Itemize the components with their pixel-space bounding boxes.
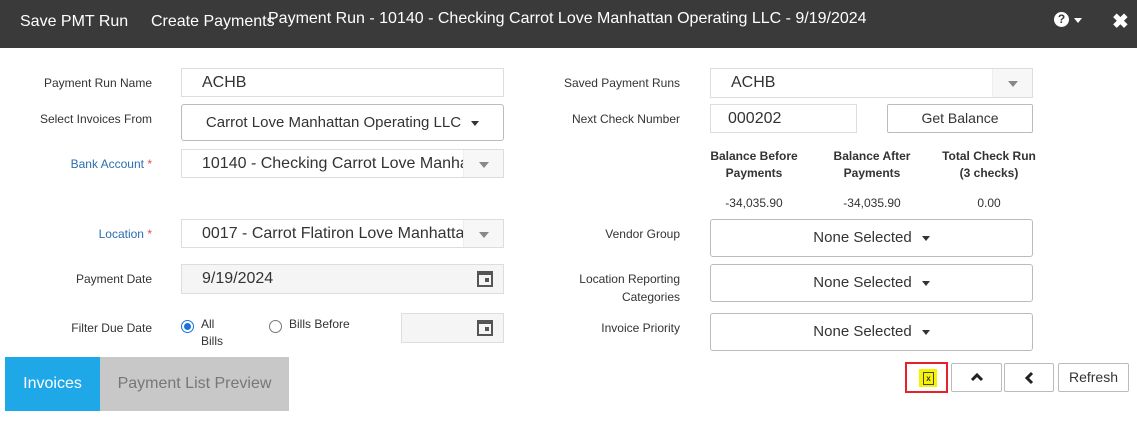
payment-run-name-label: Payment Run Name — [43, 76, 152, 90]
location-value: 0017 - Carrot Flatiron Love Manhattan Op… — [202, 225, 464, 242]
calendar-icon[interactable] — [477, 271, 493, 287]
bills-before-date-input[interactable] — [401, 313, 504, 343]
saved-payment-runs-label: Saved Payment Runs — [563, 76, 680, 90]
payment-date-label: Payment Date — [75, 272, 152, 286]
next-check-number-input[interactable]: 000202 — [710, 104, 857, 133]
all-bills-radio[interactable] — [181, 320, 194, 333]
balance-before-label: Balance Before Payments — [710, 149, 798, 180]
calendar-icon[interactable] — [477, 320, 493, 336]
top-bar: Save PMT Run Create Payments Payment Run… — [0, 0, 1137, 48]
get-balance-button[interactable]: Get Balance — [887, 104, 1033, 133]
vendor-group-value: None Selected — [813, 229, 912, 246]
refresh-button[interactable]: Refresh — [1058, 363, 1129, 392]
select-invoices-from-label: Select Invoices From — [39, 112, 152, 126]
total-check-run-value: 0.00 — [977, 196, 1001, 210]
location-label-text: Location — [98, 227, 144, 241]
tab-payment-list-preview[interactable]: Payment List Preview — [100, 357, 289, 411]
total-check-run-label: Total Check Run (3 checks) — [942, 149, 1036, 180]
excel-export-icon: x — [923, 372, 934, 385]
payment-date-value: 9/19/2024 — [202, 270, 274, 287]
bank-account-value: 10140 - Checking Carrot Love Manhattan O… — [202, 155, 464, 172]
help-menu[interactable]: ? — [1054, 12, 1082, 27]
page-title: Payment Run - 10140 - Checking Carrot Lo… — [268, 10, 867, 27]
chevron-down-icon — [921, 329, 930, 335]
vendor-group-label: Vendor Group — [605, 227, 680, 241]
next-check-number-label: Next Check Number — [571, 112, 680, 126]
scroll-up-button[interactable] — [951, 363, 1002, 392]
location-reporting-categories-value: None Selected — [813, 274, 912, 291]
back-button[interactable] — [1004, 363, 1054, 392]
next-check-number-value: 000202 — [728, 110, 782, 127]
save-pmt-run-button[interactable]: Save PMT Run — [20, 0, 128, 48]
bills-before-radio[interactable] — [269, 320, 282, 333]
location-reporting-categories-dropdown[interactable]: None Selected — [710, 264, 1033, 302]
chevron-down-icon — [921, 235, 930, 241]
payment-run-name-value: ACHB — [202, 74, 247, 91]
filter-due-date-label: Filter Due Date — [71, 321, 152, 335]
chevron-down-icon — [463, 150, 503, 177]
chevron-up-icon — [970, 372, 983, 382]
select-invoices-from-dropdown[interactable]: Carrot Love Manhattan Operating LLC — [181, 104, 504, 141]
balance-after-label: Balance After Payments — [833, 149, 911, 180]
vendor-group-dropdown[interactable]: None Selected — [710, 219, 1033, 257]
payment-run-name-input[interactable]: ACHB — [181, 68, 504, 97]
bills-before-label: Bills Before — [289, 317, 350, 331]
location-reporting-categories-label: Location Reporting Categories — [579, 272, 680, 304]
create-payments-button[interactable]: Create Payments — [151, 0, 275, 48]
chevron-down-icon — [463, 220, 503, 247]
bank-account-label-text: Bank Account — [70, 157, 144, 171]
saved-payment-runs-select[interactable]: ACHB — [710, 68, 1033, 98]
bank-account-label: Bank Account * — [71, 155, 152, 173]
bank-account-select[interactable]: 10140 - Checking Carrot Love Manhattan O… — [181, 149, 504, 178]
balance-before-value: -34,035.90 — [725, 196, 783, 210]
chevron-left-icon — [1024, 371, 1034, 385]
close-icon[interactable]: ✖ — [1112, 9, 1129, 34]
invoice-priority-value: None Selected — [813, 323, 912, 340]
invoice-priority-dropdown[interactable]: None Selected — [710, 313, 1033, 351]
balance-after-value: -34,035.90 — [843, 196, 901, 210]
location-label: Location * — [99, 225, 152, 243]
required-marker: * — [147, 227, 152, 241]
all-bills-label: All Bills — [201, 317, 224, 348]
chevron-down-icon — [471, 120, 480, 126]
chevron-down-icon — [1074, 18, 1082, 23]
question-circle-icon: ? — [1054, 12, 1069, 27]
select-invoices-from-value: Carrot Love Manhattan Operating LLC — [205, 114, 462, 131]
location-select[interactable]: 0017 - Carrot Flatiron Love Manhattan Op… — [181, 219, 504, 248]
tab-invoices[interactable]: Invoices — [5, 357, 100, 411]
chevron-down-icon — [921, 280, 930, 286]
payment-date-input[interactable]: 9/19/2024 — [181, 264, 504, 294]
chevron-down-icon — [992, 69, 1032, 97]
saved-payment-runs-value: ACHB — [731, 74, 776, 91]
invoice-priority-label: Invoice Priority — [601, 321, 680, 335]
required-marker: * — [147, 157, 152, 171]
excel-export-button[interactable]: x — [905, 362, 948, 393]
